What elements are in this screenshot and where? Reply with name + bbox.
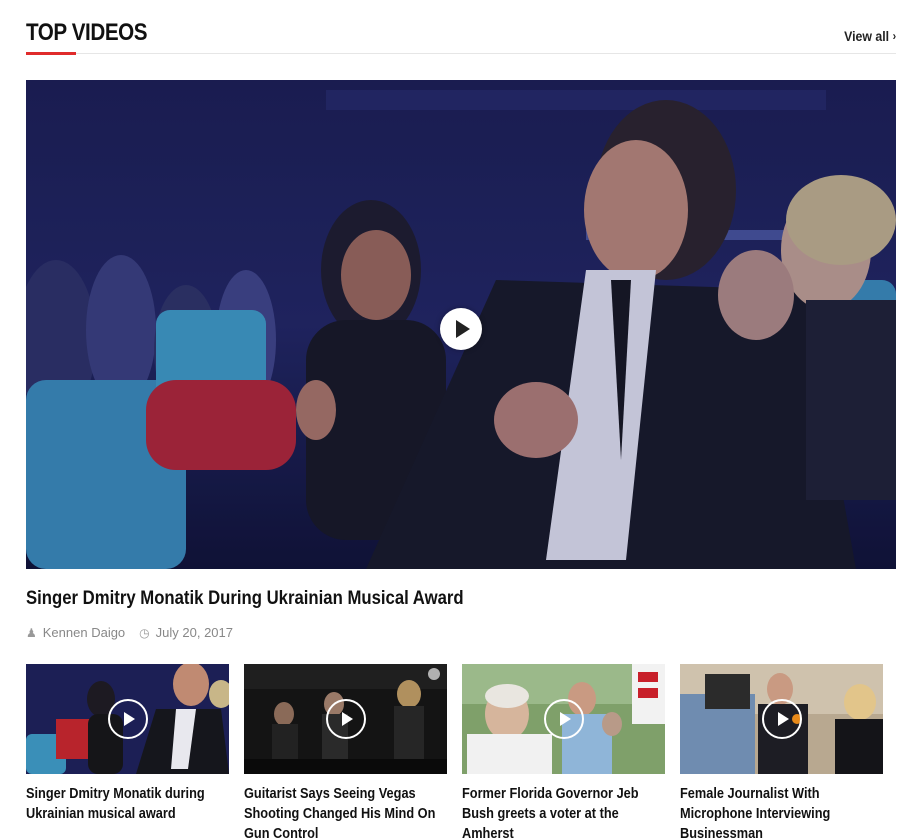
video-thumbnail[interactable]: [462, 664, 665, 774]
section-title: TOP VIDEOS: [26, 19, 148, 46]
video-title[interactable]: Guitarist Says Seeing Vegas Shooting Cha…: [244, 784, 448, 838]
featured-video-title[interactable]: Singer Dmitry Monatik During Ukrainian M…: [26, 588, 464, 610]
view-all-link[interactable]: View all ›: [844, 28, 896, 44]
clock-icon: ◷: [139, 625, 150, 640]
author-name[interactable]: Kennen Daigo: [43, 625, 125, 640]
video-thumbnail[interactable]: [680, 664, 883, 774]
title-underline: [26, 52, 76, 55]
video-thumbnail[interactable]: [26, 664, 229, 774]
play-icon[interactable]: [108, 699, 148, 739]
featured-video-meta: ♟ Kennen Daigo ◷ July 20, 2017: [26, 625, 233, 640]
video-grid: Singer Dmitry Monatik during Ukrainian m…: [26, 664, 896, 838]
play-icon[interactable]: [440, 308, 482, 350]
video-card[interactable]: Female Journalist With Microphone Interv…: [680, 664, 883, 838]
section-header: TOP VIDEOS View all ›: [26, 18, 896, 55]
view-all-label[interactable]: View all: [844, 28, 889, 44]
video-title[interactable]: Singer Dmitry Monatik during Ukrainian m…: [26, 784, 230, 824]
video-title[interactable]: Former Florida Governor Jeb Bush greets …: [462, 784, 666, 838]
video-card[interactable]: Former Florida Governor Jeb Bush greets …: [462, 664, 665, 838]
play-icon[interactable]: [544, 699, 584, 739]
video-card[interactable]: Singer Dmitry Monatik during Ukrainian m…: [26, 664, 229, 824]
play-icon[interactable]: [326, 699, 366, 739]
user-icon: ♟: [26, 625, 37, 640]
publish-date: July 20, 2017: [155, 625, 233, 640]
featured-video-thumbnail[interactable]: [26, 80, 896, 569]
video-thumbnail[interactable]: [244, 664, 447, 774]
play-icon[interactable]: [762, 699, 802, 739]
video-card[interactable]: Guitarist Says Seeing Vegas Shooting Cha…: [244, 664, 447, 838]
video-title[interactable]: Female Journalist With Microphone Interv…: [680, 784, 884, 838]
chevron-right-icon: ›: [892, 29, 896, 43]
